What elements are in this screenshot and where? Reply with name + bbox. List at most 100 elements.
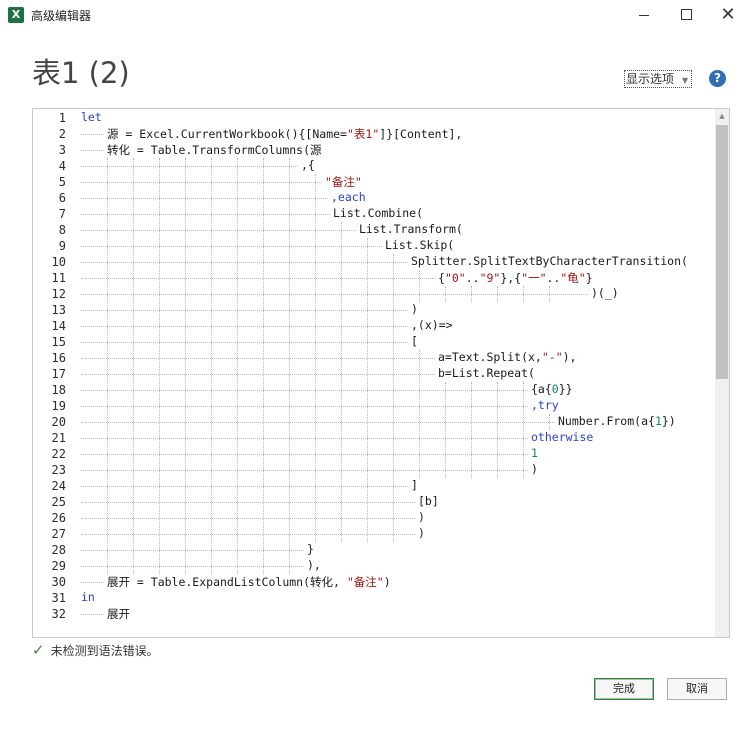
minimize-button[interactable] [624,2,664,28]
scroll-up-icon[interactable]: ▲ [715,109,729,123]
code-token: ,{ [301,158,315,172]
display-options-dropdown[interactable]: 显示选项 ▼ [624,70,693,88]
keyword-token: in [81,590,95,604]
string-token: "表1" [346,127,380,141]
code-line[interactable]: 1 [531,446,538,462]
code-line[interactable]: [b] [418,494,439,510]
code-token: 转化 = Table.TransformColumns(源 [107,143,322,157]
line-number: 32 [51,607,66,621]
line-number: 24 [51,479,66,493]
indent-dots [81,470,528,471]
help-icon[interactable]: ? [709,70,726,87]
code-line[interactable]: } [307,542,314,558]
indent-dots [81,486,408,487]
indent-dots [81,198,328,199]
cancel-button[interactable]: 取消 [667,678,727,700]
code-line[interactable]: ,try [531,398,559,414]
code-line[interactable]: otherwise [531,430,593,446]
line-number: 4 [58,159,66,173]
indent-dots [81,294,588,295]
code-token: ) [418,510,425,524]
code-line[interactable]: List.Skip( [385,238,454,254]
code-line[interactable]: a=Text.Split(x,"-"), [438,350,577,366]
code-token: ]}[Content], [379,127,463,141]
code-token: ), [562,350,577,364]
indent-dots [81,166,298,167]
indent-dots [81,214,330,215]
code-token: }) [661,414,676,428]
indent-guide [211,158,212,574]
code-line[interactable]: {a{0}} [531,382,573,398]
code-token: )(_) [591,286,619,300]
line-number: 17 [51,367,66,381]
indent-dots [81,246,382,247]
code-line[interactable]: in [81,590,95,606]
title-bar: X 高级编辑器 ✕ [0,0,756,30]
line-number: 27 [51,527,66,541]
indent-guide [133,158,134,574]
line-number: 5 [58,175,66,189]
string-token: "备注" [346,575,384,589]
code-line[interactable]: Number.From(a{1}) [558,414,676,430]
code-token: List.Skip( [385,238,455,252]
code-line[interactable]: List.Combine( [333,206,423,222]
code-line[interactable]: List.Transform( [359,222,463,238]
code-line[interactable]: ,each [331,190,366,206]
indent-dots [81,502,415,503]
code-line[interactable]: ) [411,302,418,318]
indent-guide [289,158,290,574]
code-line[interactable]: )(_) [591,286,619,302]
excel-icon: X [8,7,24,23]
indent-dots [81,182,322,183]
code-token: ) [383,575,391,589]
line-number: 29 [51,559,66,573]
code-token: }} [558,382,573,396]
code-line[interactable]: [ [411,334,418,350]
code-line[interactable]: b=List.Repeat( [438,366,535,382]
code-line[interactable]: ), [307,558,321,574]
code-line[interactable]: ,{ [301,158,315,174]
scrollbar-thumb[interactable] [716,125,728,379]
code-line[interactable]: ) [531,462,538,478]
indent-dots [81,406,528,407]
line-number: 23 [51,463,66,477]
indent-guide [523,382,524,478]
code-token: } [585,271,593,285]
code-line[interactable]: ] [411,478,418,494]
line-number: 8 [58,223,66,237]
code-token: },{ [500,271,522,285]
code-token: {a{ [531,382,552,396]
code-line[interactable]: "备注" [325,174,362,190]
string-token: "龟" [560,271,586,285]
code-line[interactable]: 展开 = Table.ExpandListColumn(转化, "备注") [107,574,391,590]
code-line[interactable]: ) [418,526,425,542]
vertical-scrollbar[interactable]: ▲ [715,109,729,637]
done-button[interactable]: 完成 [594,678,654,700]
code-token: .. [465,271,480,285]
line-number: 14 [51,319,66,333]
code-line[interactable]: {"0".."9"},{"一".."龟"} [438,270,593,286]
line-number: 6 [58,191,66,205]
line-number: 15 [51,335,66,349]
indent-dots [81,534,415,535]
code-line[interactable]: ,(x)=> [411,318,453,334]
close-button[interactable]: ✕ [708,2,748,28]
string-token: "0" [444,271,466,285]
code-line[interactable]: 转化 = Table.TransformColumns(源 [107,142,322,158]
code-line[interactable]: Splitter.SplitTextByCharacterTransition( [411,254,688,270]
code-token: 源 = Excel.CurrentWorkbook(){[Name= [107,127,347,141]
indent-guide [107,158,108,574]
code-line[interactable]: 源 = Excel.CurrentWorkbook(){[Name="表1"]}… [107,126,462,142]
line-number: 13 [51,303,66,317]
close-icon: ✕ [720,4,736,25]
code-area[interactable]: let 源 = Excel.CurrentWorkbook(){[Name="表1… [81,109,713,637]
line-number: 31 [51,591,66,605]
code-line[interactable]: ) [418,510,425,526]
code-editor[interactable]: 1 2 3 4 5 6 7 8 9 10 11 12 13 14 15 16 17 18 19 20 21 22 23 24 2… [32,108,730,638]
code-line[interactable]: 展开 [107,606,130,622]
maximize-button[interactable] [666,2,706,28]
code-token: [b] [418,494,439,508]
indent-dots [81,374,435,375]
indent-dots [81,454,528,455]
code-line[interactable]: let [81,110,102,126]
